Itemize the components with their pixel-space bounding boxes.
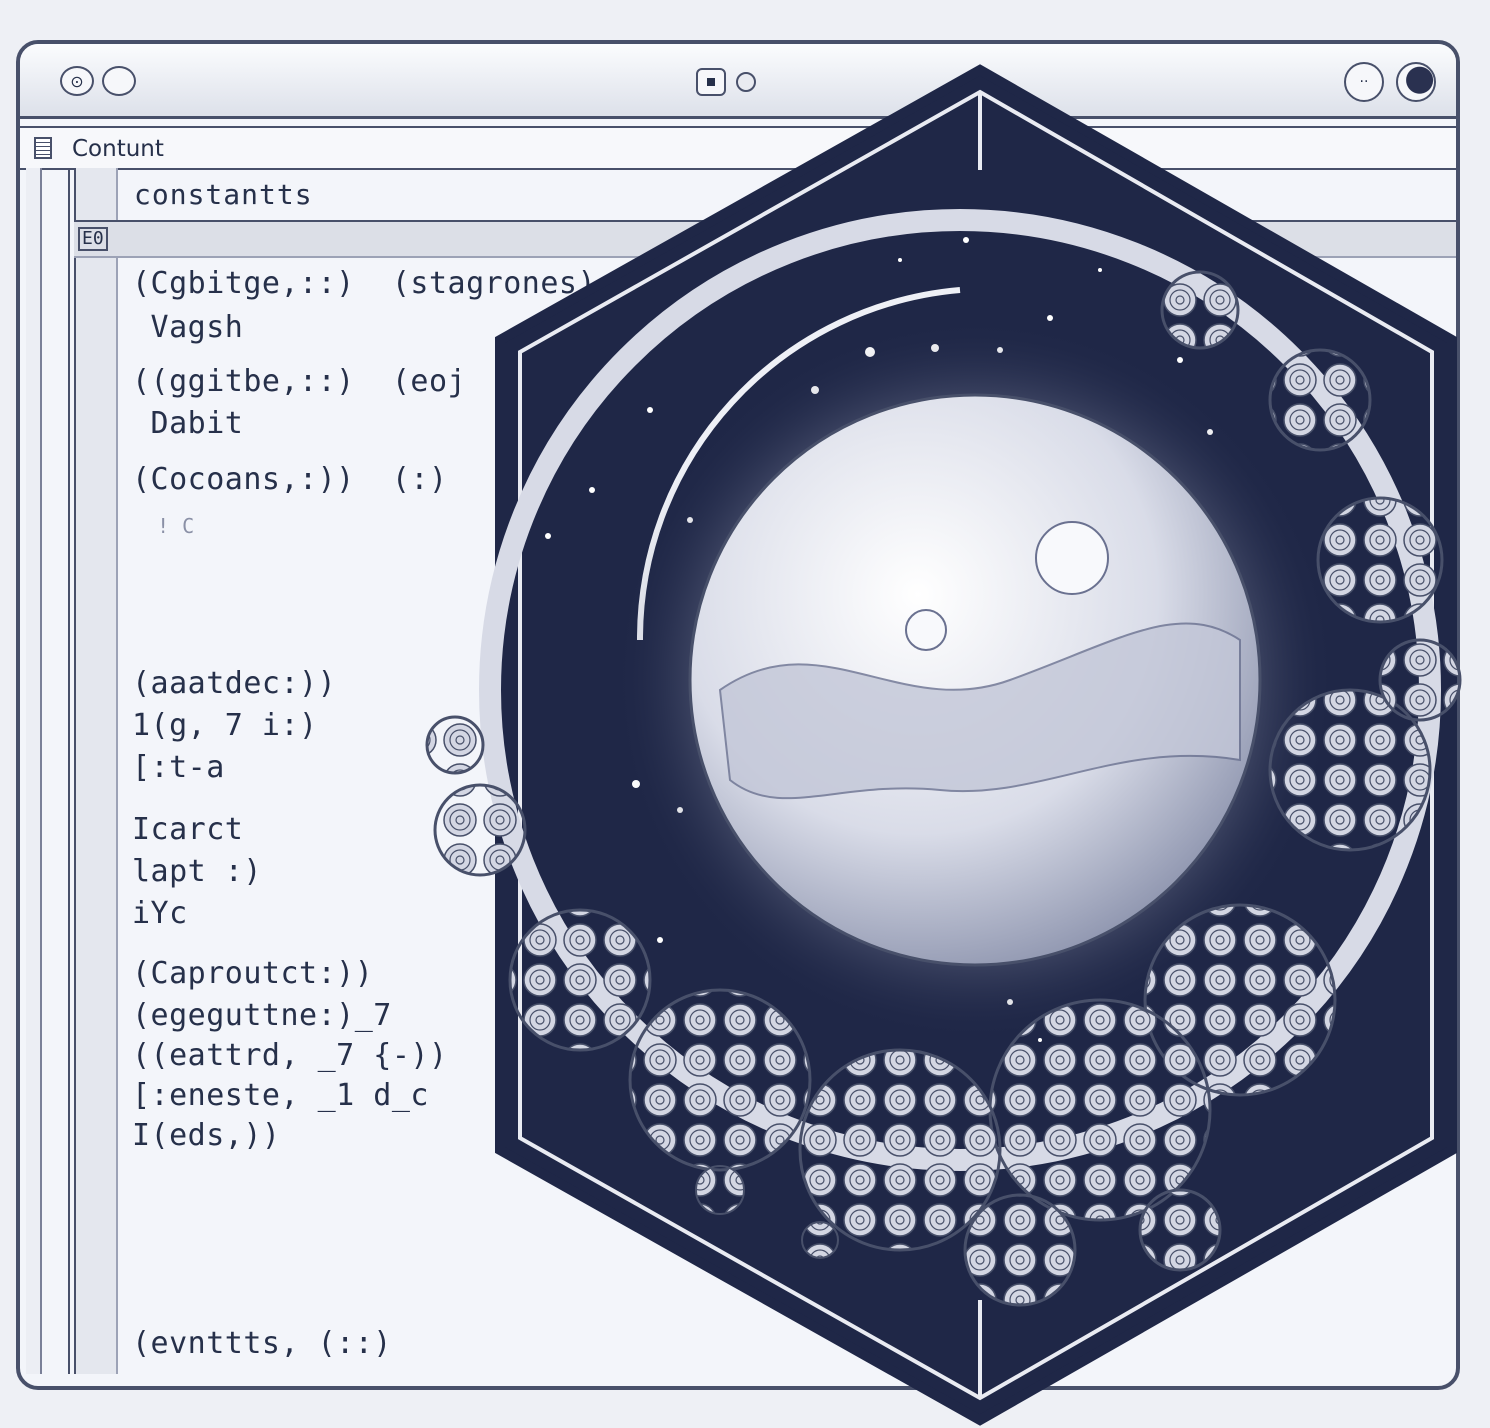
moon-icon[interactable] (1396, 62, 1436, 102)
code-line: ((eattrd, _7 {-)) (132, 1038, 448, 1073)
code-line: Icarct (132, 812, 244, 847)
code-line: (aaatdec:)) (132, 666, 337, 701)
code-line: Vagsh (132, 310, 244, 345)
code-line: (egeguttne:)_7 (132, 998, 392, 1033)
app-window: ⊙ ·· Contunt constantts E0 (Cgbitge,::) … (16, 40, 1460, 1390)
right-controls: ·· (1344, 62, 1436, 102)
code-line: lapt :) (132, 854, 262, 889)
center-controls (696, 68, 756, 96)
section-bar: E0 (74, 220, 1456, 258)
menu-label[interactable]: Contunt (72, 136, 164, 162)
code-line: (Cocoans,:)) (:) (132, 462, 448, 497)
code-line: 1(g, 7 i:) (132, 708, 318, 743)
code-line: [:t-a (132, 750, 225, 785)
code-line: Dabit (132, 406, 244, 441)
circle-icon[interactable] (102, 66, 136, 96)
circle-a-icon[interactable]: ⊙ (60, 66, 94, 96)
menu-row: Contunt (20, 126, 1456, 170)
code-line: (Cgbitge,::) (stagrones) (132, 266, 597, 301)
outer-gutter (26, 168, 42, 1374)
code-line: iYc (132, 896, 188, 931)
line-gutter (74, 168, 118, 1374)
code-line: (Caproutct:)) (132, 956, 374, 991)
code-line: (evnttts, (::) (132, 1326, 392, 1361)
code-line: [:eneste, _1 d_c (132, 1078, 429, 1113)
dot-icon[interactable] (736, 72, 756, 92)
section-bar-icon[interactable]: E0 (78, 227, 108, 251)
square-stop-icon[interactable] (696, 68, 726, 96)
document-icon (34, 137, 52, 159)
gutter-divider (68, 168, 70, 1374)
dots-icon[interactable]: ·· (1344, 62, 1384, 102)
code-line: I(eds,)) (132, 1118, 281, 1153)
title-bar: ⊙ ·· (20, 44, 1456, 119)
code-line: ((ggitbe,::) (eoj (132, 364, 467, 399)
code-line: ! C (132, 514, 195, 538)
section-title: constantts (134, 178, 313, 211)
